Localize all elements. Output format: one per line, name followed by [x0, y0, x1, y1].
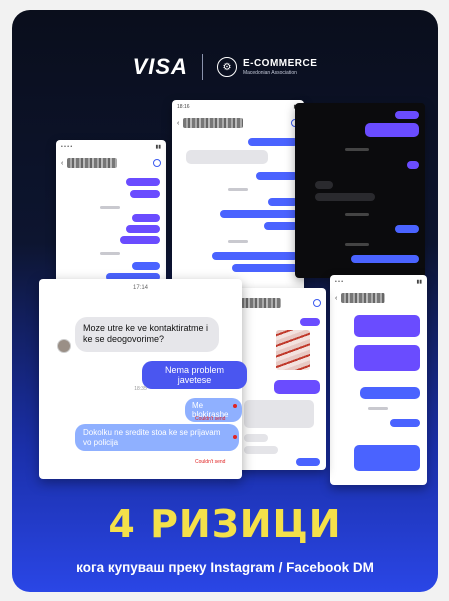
cart-icon: ⚙ [216, 57, 237, 77]
send-error-status: Couldn't send [195, 416, 226, 422]
chat-bubble [354, 345, 420, 371]
chat-bubble [248, 138, 298, 146]
chat-header: ‹ [230, 294, 326, 312]
chat-bubble [212, 252, 298, 260]
product-photo [276, 330, 310, 370]
blurred-contact-name [341, 293, 386, 303]
chat-bubble [315, 181, 333, 189]
chat-bubble [132, 214, 160, 222]
chat-bubble [126, 225, 160, 233]
chat-bubble [244, 446, 278, 454]
ecommerce-logo: ⚙ E-COMMERCE Macedonian Association [216, 57, 318, 77]
sent-message: Nema problem javetese [142, 361, 247, 389]
chat-bubble [351, 255, 419, 263]
chat-bubble [296, 458, 320, 466]
chat-bubble [360, 387, 420, 399]
chat-time: 18:35 [134, 386, 147, 392]
phone-screenshot-center: 18:16▮▮ ‹ [172, 100, 304, 300]
chat-time: 17:14 [132, 285, 148, 291]
status-bar: 18:16▮▮ [177, 104, 299, 110]
error-icon [233, 404, 237, 408]
received-message: Moze utre ke ve kontaktiratme i ke se de… [75, 317, 219, 352]
chat-bubble [256, 172, 298, 180]
call-icon [153, 159, 161, 167]
chat-bubble [220, 210, 298, 218]
status-bar: • • • ▮▮ [335, 279, 422, 285]
chat-bubble [130, 190, 160, 198]
chat-bubble [407, 161, 419, 169]
failed-message: Dokolku ne sredite stoa ke se prijavam v… [75, 424, 239, 452]
chat-bubble [395, 225, 419, 233]
timestamp [345, 148, 369, 151]
chat-bubble [132, 262, 160, 270]
timestamp [228, 240, 248, 243]
chat-header: ‹ [330, 289, 427, 307]
timestamp [368, 407, 388, 410]
ecommerce-title: E-COMMERCE [242, 57, 318, 69]
timestamp [228, 188, 248, 191]
headline: 4 РИЗИЦИ [108, 502, 342, 546]
logo-header: VISA ⚙ E-COMMERCE Macedonian Association [12, 50, 438, 84]
timestamp [100, 206, 120, 209]
chat-bubble [244, 434, 268, 442]
back-icon: ‹ [177, 119, 180, 127]
timestamp [100, 252, 120, 255]
chat-bubble [120, 236, 160, 244]
call-icon [313, 299, 321, 307]
blurred-contact-name [67, 158, 118, 168]
chat-bubble [354, 315, 420, 337]
logo-divider [201, 54, 203, 80]
chat-bubble [354, 445, 420, 471]
phone-screenshot-left: • • • • ▮▮ ‹ [56, 140, 166, 288]
ecommerce-subtitle: Macedonian Association [242, 69, 297, 76]
phone-screenshot-right: • • • ▮▮ ‹ [330, 275, 427, 485]
visa-logo: VISA [132, 54, 188, 79]
promo-card: VISA ⚙ E-COMMERCE Macedonian Association… [12, 10, 438, 592]
chat-bubble [126, 178, 160, 186]
avatar [57, 339, 71, 353]
blurred-contact-name [183, 118, 244, 128]
status-bar: • • • • ▮▮ [61, 144, 161, 150]
chat-bubble [264, 222, 298, 230]
phone-screenshot-front: 17:14 Moze utre ke ve kontaktiratme i ke… [39, 279, 247, 479]
chat-bubble [390, 419, 420, 427]
subheadline: кога купуваш преку Instagram / Facebook … [76, 560, 374, 575]
chat-header: ‹ [172, 114, 304, 132]
timestamp [345, 213, 369, 216]
chat-bubble [300, 318, 320, 326]
chat-bubble [395, 111, 419, 119]
send-error-status: Couldn't send [195, 459, 226, 465]
phone-screenshot-dark [295, 103, 425, 278]
chat-bubble [365, 123, 419, 137]
back-icon: ‹ [61, 159, 64, 167]
chat-bubble [232, 264, 298, 272]
blurred-contact-name [241, 298, 282, 308]
chat-bubble [274, 380, 320, 394]
chat-bubble [244, 400, 314, 428]
chat-bubble [268, 198, 298, 206]
timestamp [345, 243, 369, 246]
error-icon [233, 435, 237, 439]
back-icon: ‹ [335, 294, 338, 302]
chat-bubble [315, 193, 375, 201]
chat-header: ‹ [56, 154, 166, 172]
chat-bubble [186, 150, 268, 164]
